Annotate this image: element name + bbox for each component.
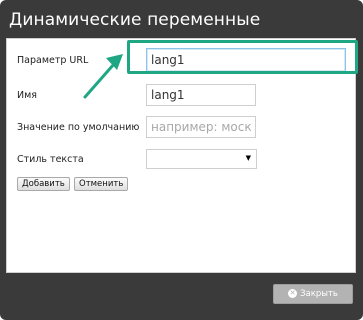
add-button[interactable]: Добавить: [17, 177, 70, 191]
text-style-select[interactable]: ▼: [146, 149, 257, 169]
default-value-input[interactable]: [146, 116, 256, 138]
cancel-button[interactable]: Отменить: [74, 177, 129, 191]
close-button-label: Закрыть: [300, 289, 338, 299]
url-param-input[interactable]: [146, 48, 346, 72]
default-value-label: Значение по умолчанию: [17, 122, 140, 133]
url-param-label: Параметр URL: [17, 55, 89, 66]
close-icon: ✕: [288, 289, 298, 298]
dropdown-arrow-icon: ▼: [245, 154, 251, 162]
name-input[interactable]: [146, 84, 256, 106]
dialog-title: Динамические переменные: [9, 10, 261, 30]
dialog-content: Параметр URL Имя Значение по умолчанию С…: [6, 38, 356, 273]
name-label: Имя: [17, 90, 37, 101]
close-button[interactable]: ✕ Закрыть: [273, 284, 353, 304]
text-style-label: Стиль текста: [17, 154, 84, 165]
dialog-footer: ✕ Закрыть: [0, 273, 363, 320]
dynamic-variables-dialog: Динамические переменные Параметр URL Имя…: [0, 0, 363, 320]
dialog-titlebar[interactable]: Динамические переменные: [0, 0, 363, 40]
